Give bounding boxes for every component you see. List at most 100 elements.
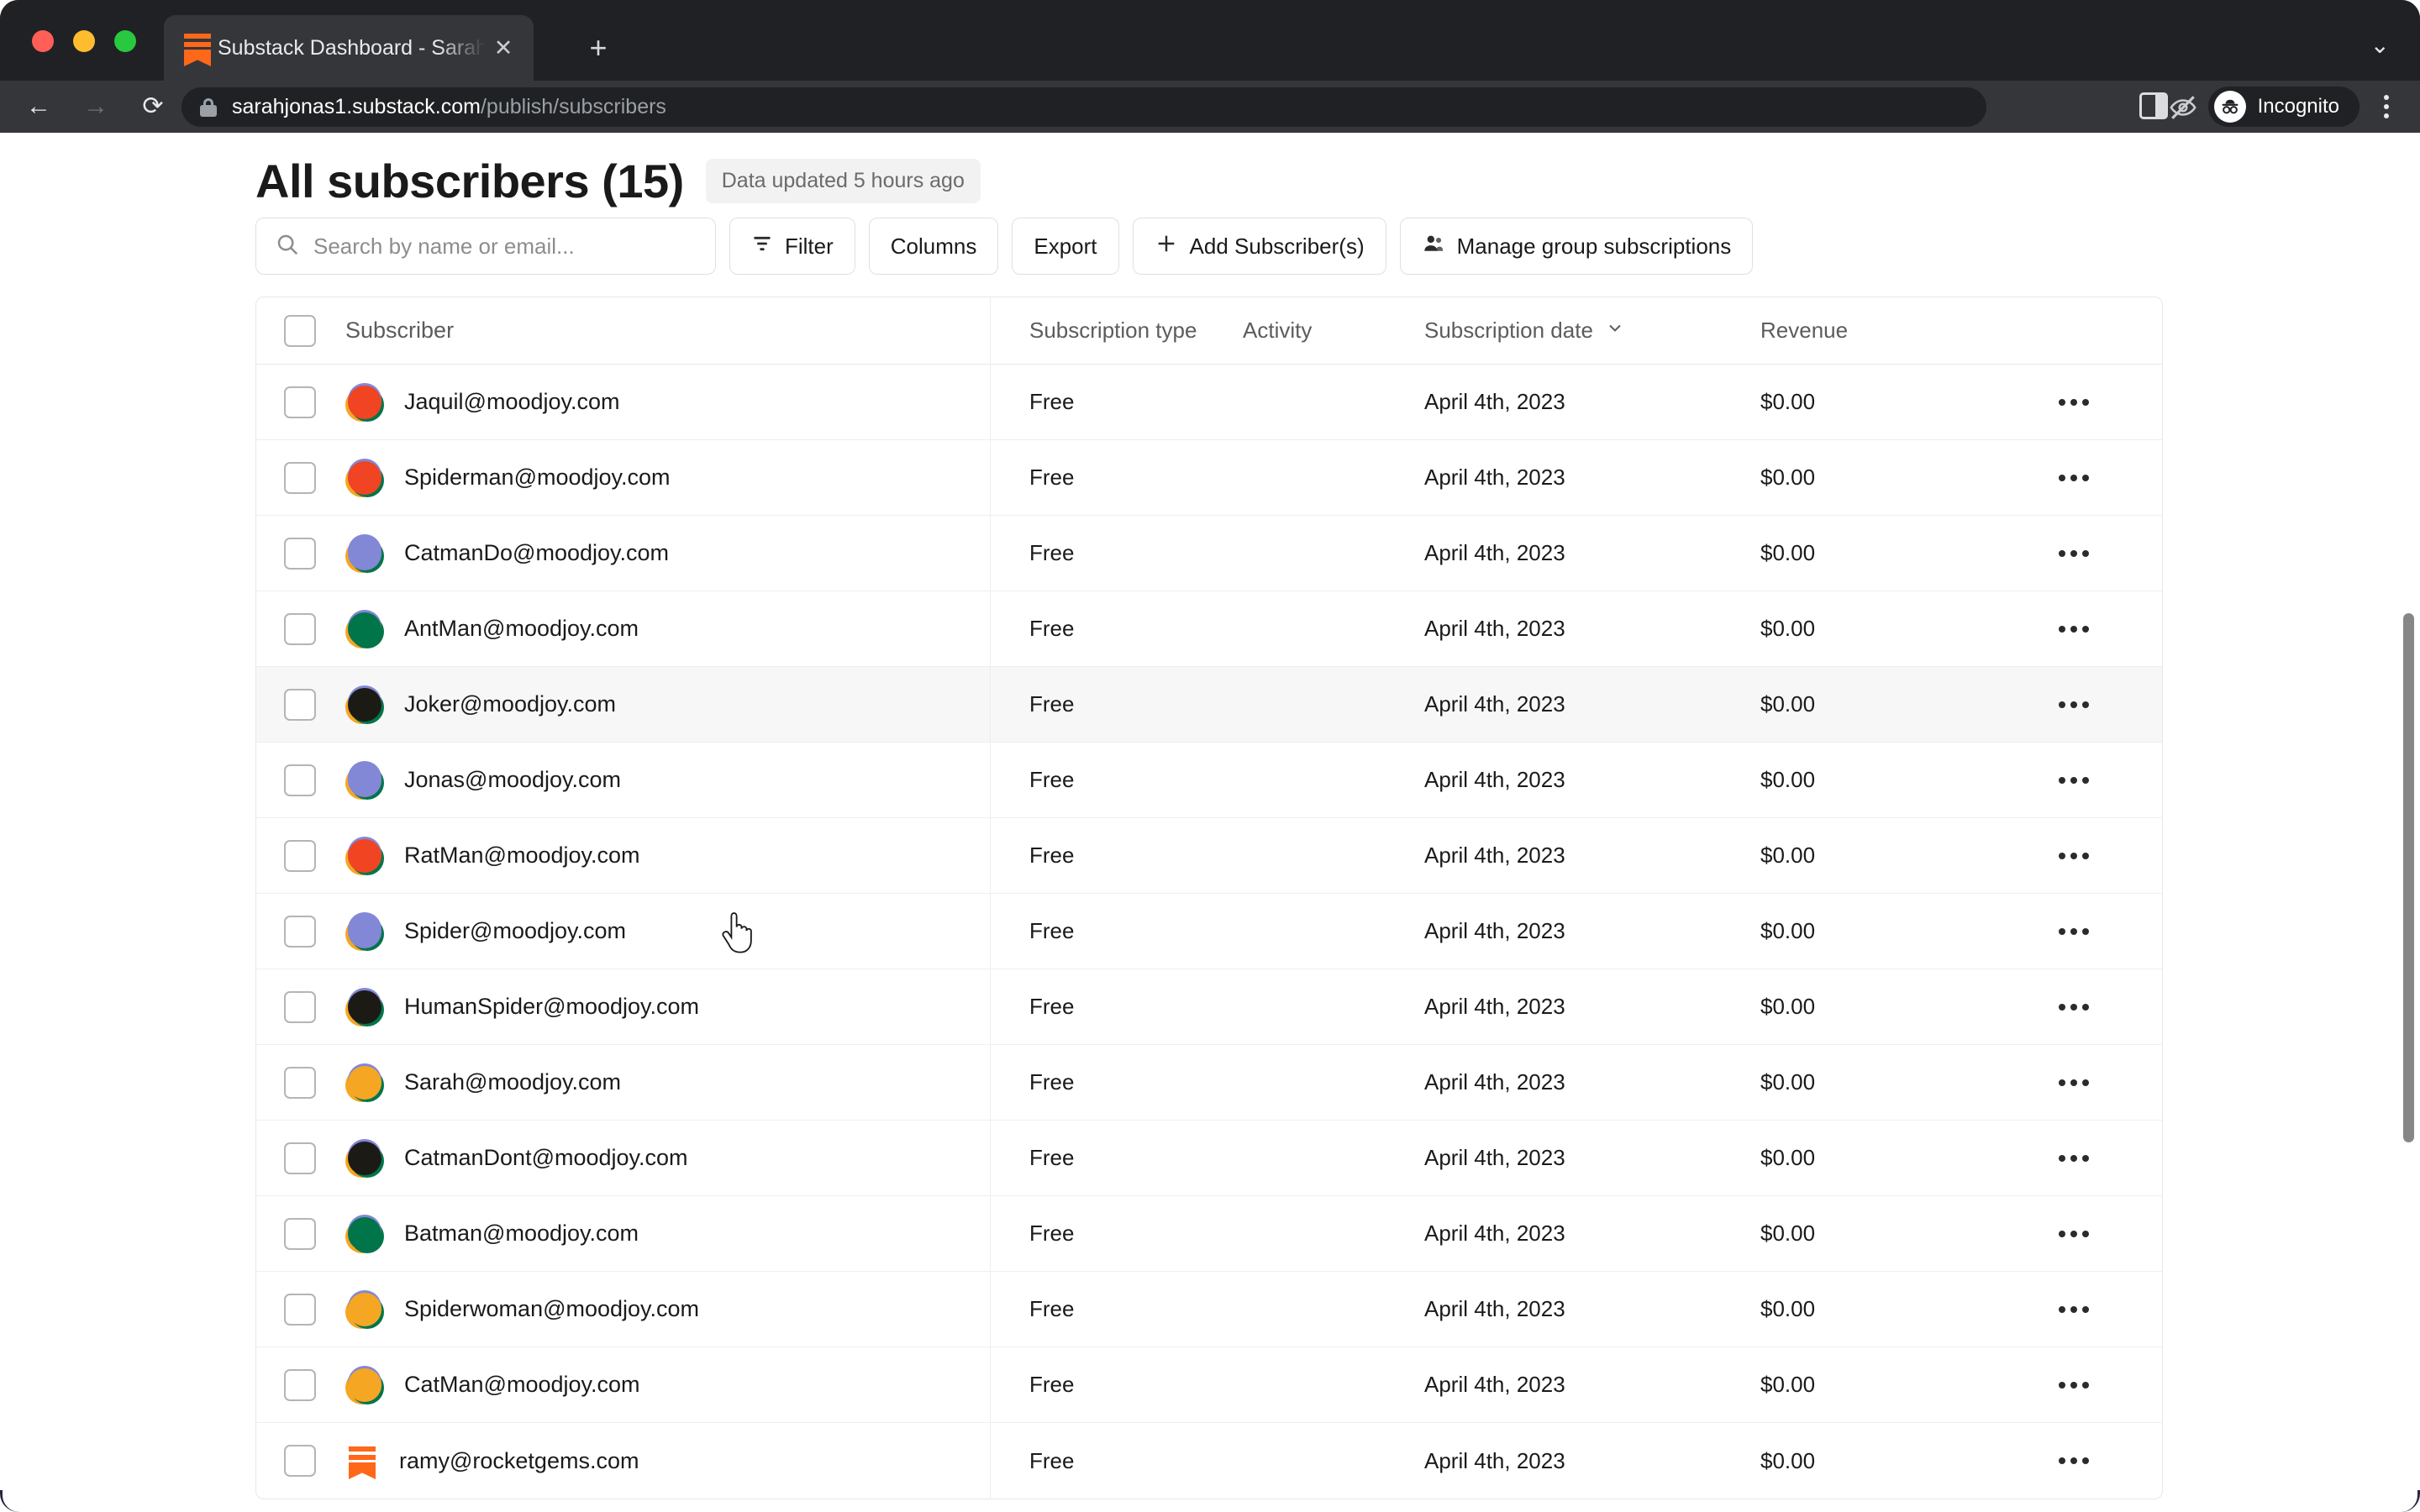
- table-row[interactable]: Spider@moodjoy.com Free April 4th, 2023 $0.…: [256, 894, 2162, 969]
- filter-button[interactable]: Filter: [729, 218, 855, 275]
- row-actions-cell[interactable]: [1996, 398, 2162, 406]
- more-options-icon[interactable]: [2059, 852, 2089, 859]
- row-checkbox[interactable]: [284, 915, 316, 948]
- columns-button[interactable]: Columns: [868, 218, 999, 275]
- subscriber-cell[interactable]: Jonas@moodjoy.com: [344, 743, 991, 817]
- more-options-icon[interactable]: [2059, 776, 2089, 784]
- search-input[interactable]: Search by name or email...: [255, 218, 716, 275]
- row-checkbox[interactable]: [284, 688, 316, 721]
- subscriber-cell[interactable]: ramy@rocketgems.com: [344, 1423, 991, 1499]
- row-select-cell[interactable]: [256, 1217, 344, 1250]
- subscriber-cell[interactable]: HumanSpider@moodjoy.com: [344, 969, 991, 1044]
- row-select-cell[interactable]: [256, 1368, 344, 1401]
- row-checkbox[interactable]: [284, 386, 316, 418]
- table-row[interactable]: Spiderman@moodjoy.com Free April 4th, 2023…: [256, 440, 2162, 516]
- row-actions-cell[interactable]: [1996, 1230, 2162, 1237]
- subscriber-cell[interactable]: Joker@moodjoy.com: [344, 667, 991, 742]
- side-panel-icon[interactable]: [2139, 92, 2168, 119]
- more-options-icon[interactable]: [2059, 701, 2089, 708]
- subscriber-cell[interactable]: CatmanDont@moodjoy.com: [344, 1121, 991, 1195]
- row-actions-cell[interactable]: [1996, 1154, 2162, 1162]
- window-controls[interactable]: [32, 30, 136, 52]
- subscriber-cell[interactable]: Batman@moodjoy.com: [344, 1196, 991, 1271]
- row-select-cell[interactable]: [256, 386, 344, 418]
- row-checkbox[interactable]: [284, 612, 316, 645]
- select-all-cell[interactable]: [256, 314, 344, 347]
- row-checkbox[interactable]: [284, 1445, 316, 1477]
- row-actions-cell[interactable]: [1996, 852, 2162, 859]
- browser-tab[interactable]: Substack Dashboard - Sarah's ✕: [164, 15, 534, 81]
- row-select-cell[interactable]: [256, 1142, 344, 1174]
- more-options-icon[interactable]: [2059, 1003, 2089, 1011]
- table-row[interactable]: CatmanDo@moodjoy.com Free April 4th, 2023 $…: [256, 516, 2162, 591]
- row-select-cell[interactable]: [256, 1293, 344, 1326]
- row-select-cell[interactable]: [256, 1066, 344, 1099]
- table-row[interactable]: ramy@rocketgems.com Free April 4th, 2023 $0…: [256, 1423, 2162, 1499]
- more-options-icon[interactable]: [2059, 549, 2089, 557]
- row-checkbox[interactable]: [284, 1066, 316, 1099]
- row-select-cell[interactable]: [256, 537, 344, 570]
- row-checkbox[interactable]: [284, 537, 316, 570]
- minimize-window-button[interactable]: [73, 30, 95, 52]
- row-select-cell[interactable]: [256, 461, 344, 494]
- maximize-window-button[interactable]: [114, 30, 136, 52]
- row-select-cell[interactable]: [256, 839, 344, 872]
- row-actions-cell[interactable]: [1996, 1079, 2162, 1086]
- row-actions-cell[interactable]: [1996, 701, 2162, 708]
- row-select-cell[interactable]: [256, 688, 344, 721]
- row-checkbox[interactable]: [284, 1142, 316, 1174]
- export-button[interactable]: Export: [1012, 218, 1119, 275]
- row-checkbox[interactable]: [284, 461, 316, 494]
- more-options-icon[interactable]: [2059, 1457, 2089, 1464]
- more-options-icon[interactable]: [2059, 1381, 2089, 1389]
- table-row[interactable]: CatmanDont@moodjoy.com Free April 4th, 202…: [256, 1121, 2162, 1196]
- kebab-menu-icon[interactable]: [2371, 91, 2402, 123]
- more-options-icon[interactable]: [2059, 474, 2089, 481]
- row-checkbox[interactable]: [284, 990, 316, 1023]
- subscriber-cell[interactable]: RatMan@moodjoy.com: [344, 818, 991, 893]
- row-actions-cell[interactable]: [1996, 474, 2162, 481]
- row-actions-cell[interactable]: [1996, 927, 2162, 935]
- scrollbar-thumb[interactable]: [2403, 613, 2414, 1142]
- row-checkbox[interactable]: [284, 1293, 316, 1326]
- more-options-icon[interactable]: [2059, 1079, 2089, 1086]
- table-row[interactable]: AntMan@moodjoy.com Free April 4th, 2023 $0.…: [256, 591, 2162, 667]
- table-row[interactable]: CatMan@moodjoy.com Free April 4th, 2023 $0.…: [256, 1347, 2162, 1423]
- eye-off-icon[interactable]: [2163, 87, 2203, 128]
- table-row[interactable]: Sarah@moodjoy.com Free April 4th, 2023 $0.0…: [256, 1045, 2162, 1121]
- row-actions-cell[interactable]: [1996, 1457, 2162, 1464]
- row-actions-cell[interactable]: [1996, 1003, 2162, 1011]
- tab-search-chevron-down-icon[interactable]: ⌄: [2370, 34, 2390, 57]
- subscriber-cell[interactable]: Spiderwoman@moodjoy.com: [344, 1272, 991, 1347]
- incognito-profile-button[interactable]: Incognito: [2207, 87, 2360, 127]
- close-tab-button[interactable]: ✕: [485, 29, 522, 66]
- column-header-revenue[interactable]: Revenue: [1760, 318, 1996, 344]
- row-checkbox[interactable]: [284, 1368, 316, 1401]
- table-row[interactable]: Jaquil@moodjoy.com Free April 4th, 2023 $0.…: [256, 365, 2162, 440]
- column-header-subscription-date[interactable]: Subscription date: [1424, 318, 1760, 344]
- column-header-subscriber[interactable]: Subscriber: [344, 297, 991, 364]
- manage-group-subscriptions-button[interactable]: Manage group subscriptions: [1399, 218, 1754, 275]
- page-scrollbar[interactable]: [2396, 133, 2420, 1512]
- back-button[interactable]: ←: [15, 83, 62, 130]
- new-tab-button[interactable]: +: [580, 30, 617, 67]
- row-select-cell[interactable]: [256, 764, 344, 796]
- more-options-icon[interactable]: [2059, 1230, 2089, 1237]
- table-row[interactable]: RatMan@moodjoy.com Free April 4th, 2023 $0.…: [256, 818, 2162, 894]
- more-options-icon[interactable]: [2059, 1154, 2089, 1162]
- row-select-cell[interactable]: [256, 915, 344, 948]
- row-select-cell[interactable]: [256, 612, 344, 645]
- table-row[interactable]: HumanSpider@moodjoy.com Free April 4th, 20…: [256, 969, 2162, 1045]
- row-select-cell[interactable]: [256, 1445, 344, 1477]
- row-actions-cell[interactable]: [1996, 625, 2162, 633]
- reload-button[interactable]: ⟳: [129, 83, 176, 130]
- forward-button[interactable]: →: [72, 83, 119, 130]
- subscriber-cell[interactable]: CatMan@moodjoy.com: [344, 1347, 991, 1422]
- subscriber-cell[interactable]: AntMan@moodjoy.com: [344, 591, 991, 666]
- subscriber-cell[interactable]: Spiderman@moodjoy.com: [344, 440, 991, 515]
- row-checkbox[interactable]: [284, 764, 316, 796]
- column-header-subscription-type[interactable]: Subscription type: [991, 318, 1243, 344]
- row-actions-cell[interactable]: [1996, 1305, 2162, 1313]
- table-row[interactable]: Joker@moodjoy.com Free April 4th, 2023 $0.0…: [256, 667, 2162, 743]
- more-options-icon[interactable]: [2059, 927, 2089, 935]
